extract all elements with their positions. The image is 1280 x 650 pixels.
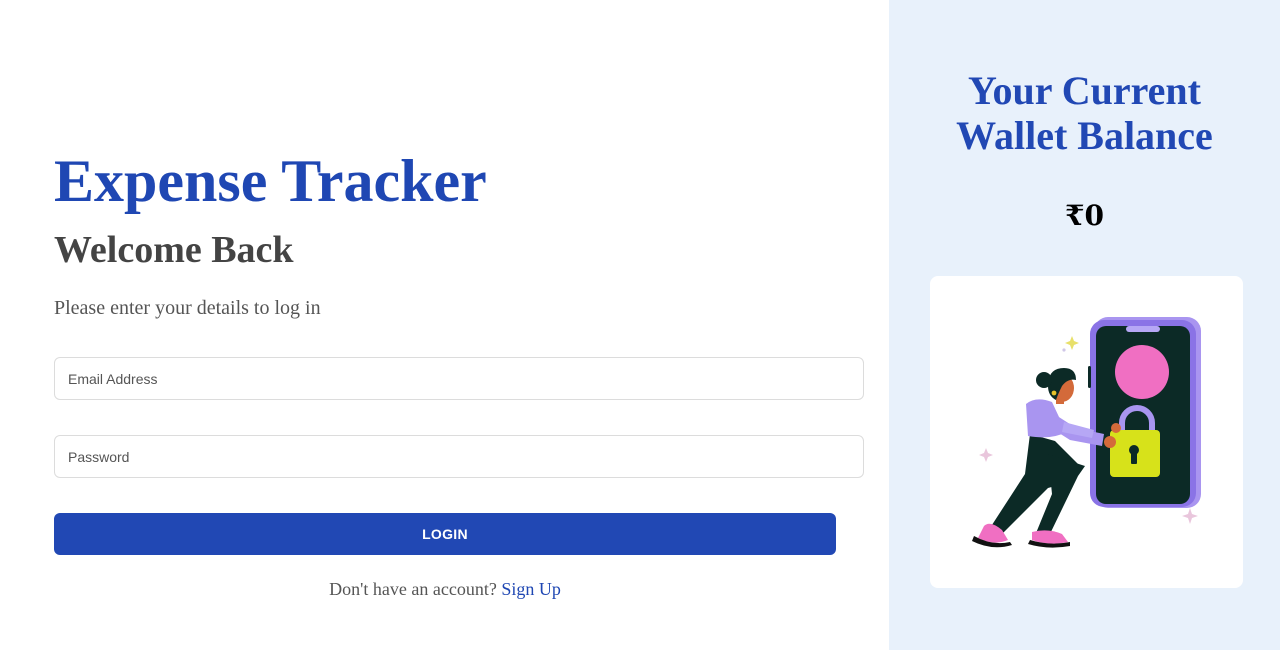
app-title: Expense Tracker xyxy=(54,148,487,214)
secure-phone-illustration xyxy=(972,317,1201,548)
wallet-balance: ₹0 xyxy=(1065,199,1104,232)
wallet-title: Your Current Wallet Balance xyxy=(889,68,1280,158)
password-field[interactable] xyxy=(54,435,864,478)
login-button[interactable]: LOGIN xyxy=(54,513,836,555)
login-subtitle: Please enter your details to log in xyxy=(54,297,321,319)
signup-prompt-line: Don't have an account? Sign Up xyxy=(54,578,836,600)
illustration-card xyxy=(930,276,1243,588)
welcome-heading: Welcome Back xyxy=(54,229,294,271)
wallet-title-line1: Your Current xyxy=(968,68,1201,113)
email-field[interactable] xyxy=(54,357,864,400)
wallet-panel: Your Current Wallet Balance ₹0 xyxy=(889,0,1280,650)
login-panel: Expense Tracker Welcome Back Please ente… xyxy=(0,0,889,650)
signup-link[interactable]: Sign Up xyxy=(501,579,561,599)
signup-prompt-text: Don't have an account? xyxy=(329,579,497,599)
wallet-title-line2: Wallet Balance xyxy=(956,113,1213,158)
